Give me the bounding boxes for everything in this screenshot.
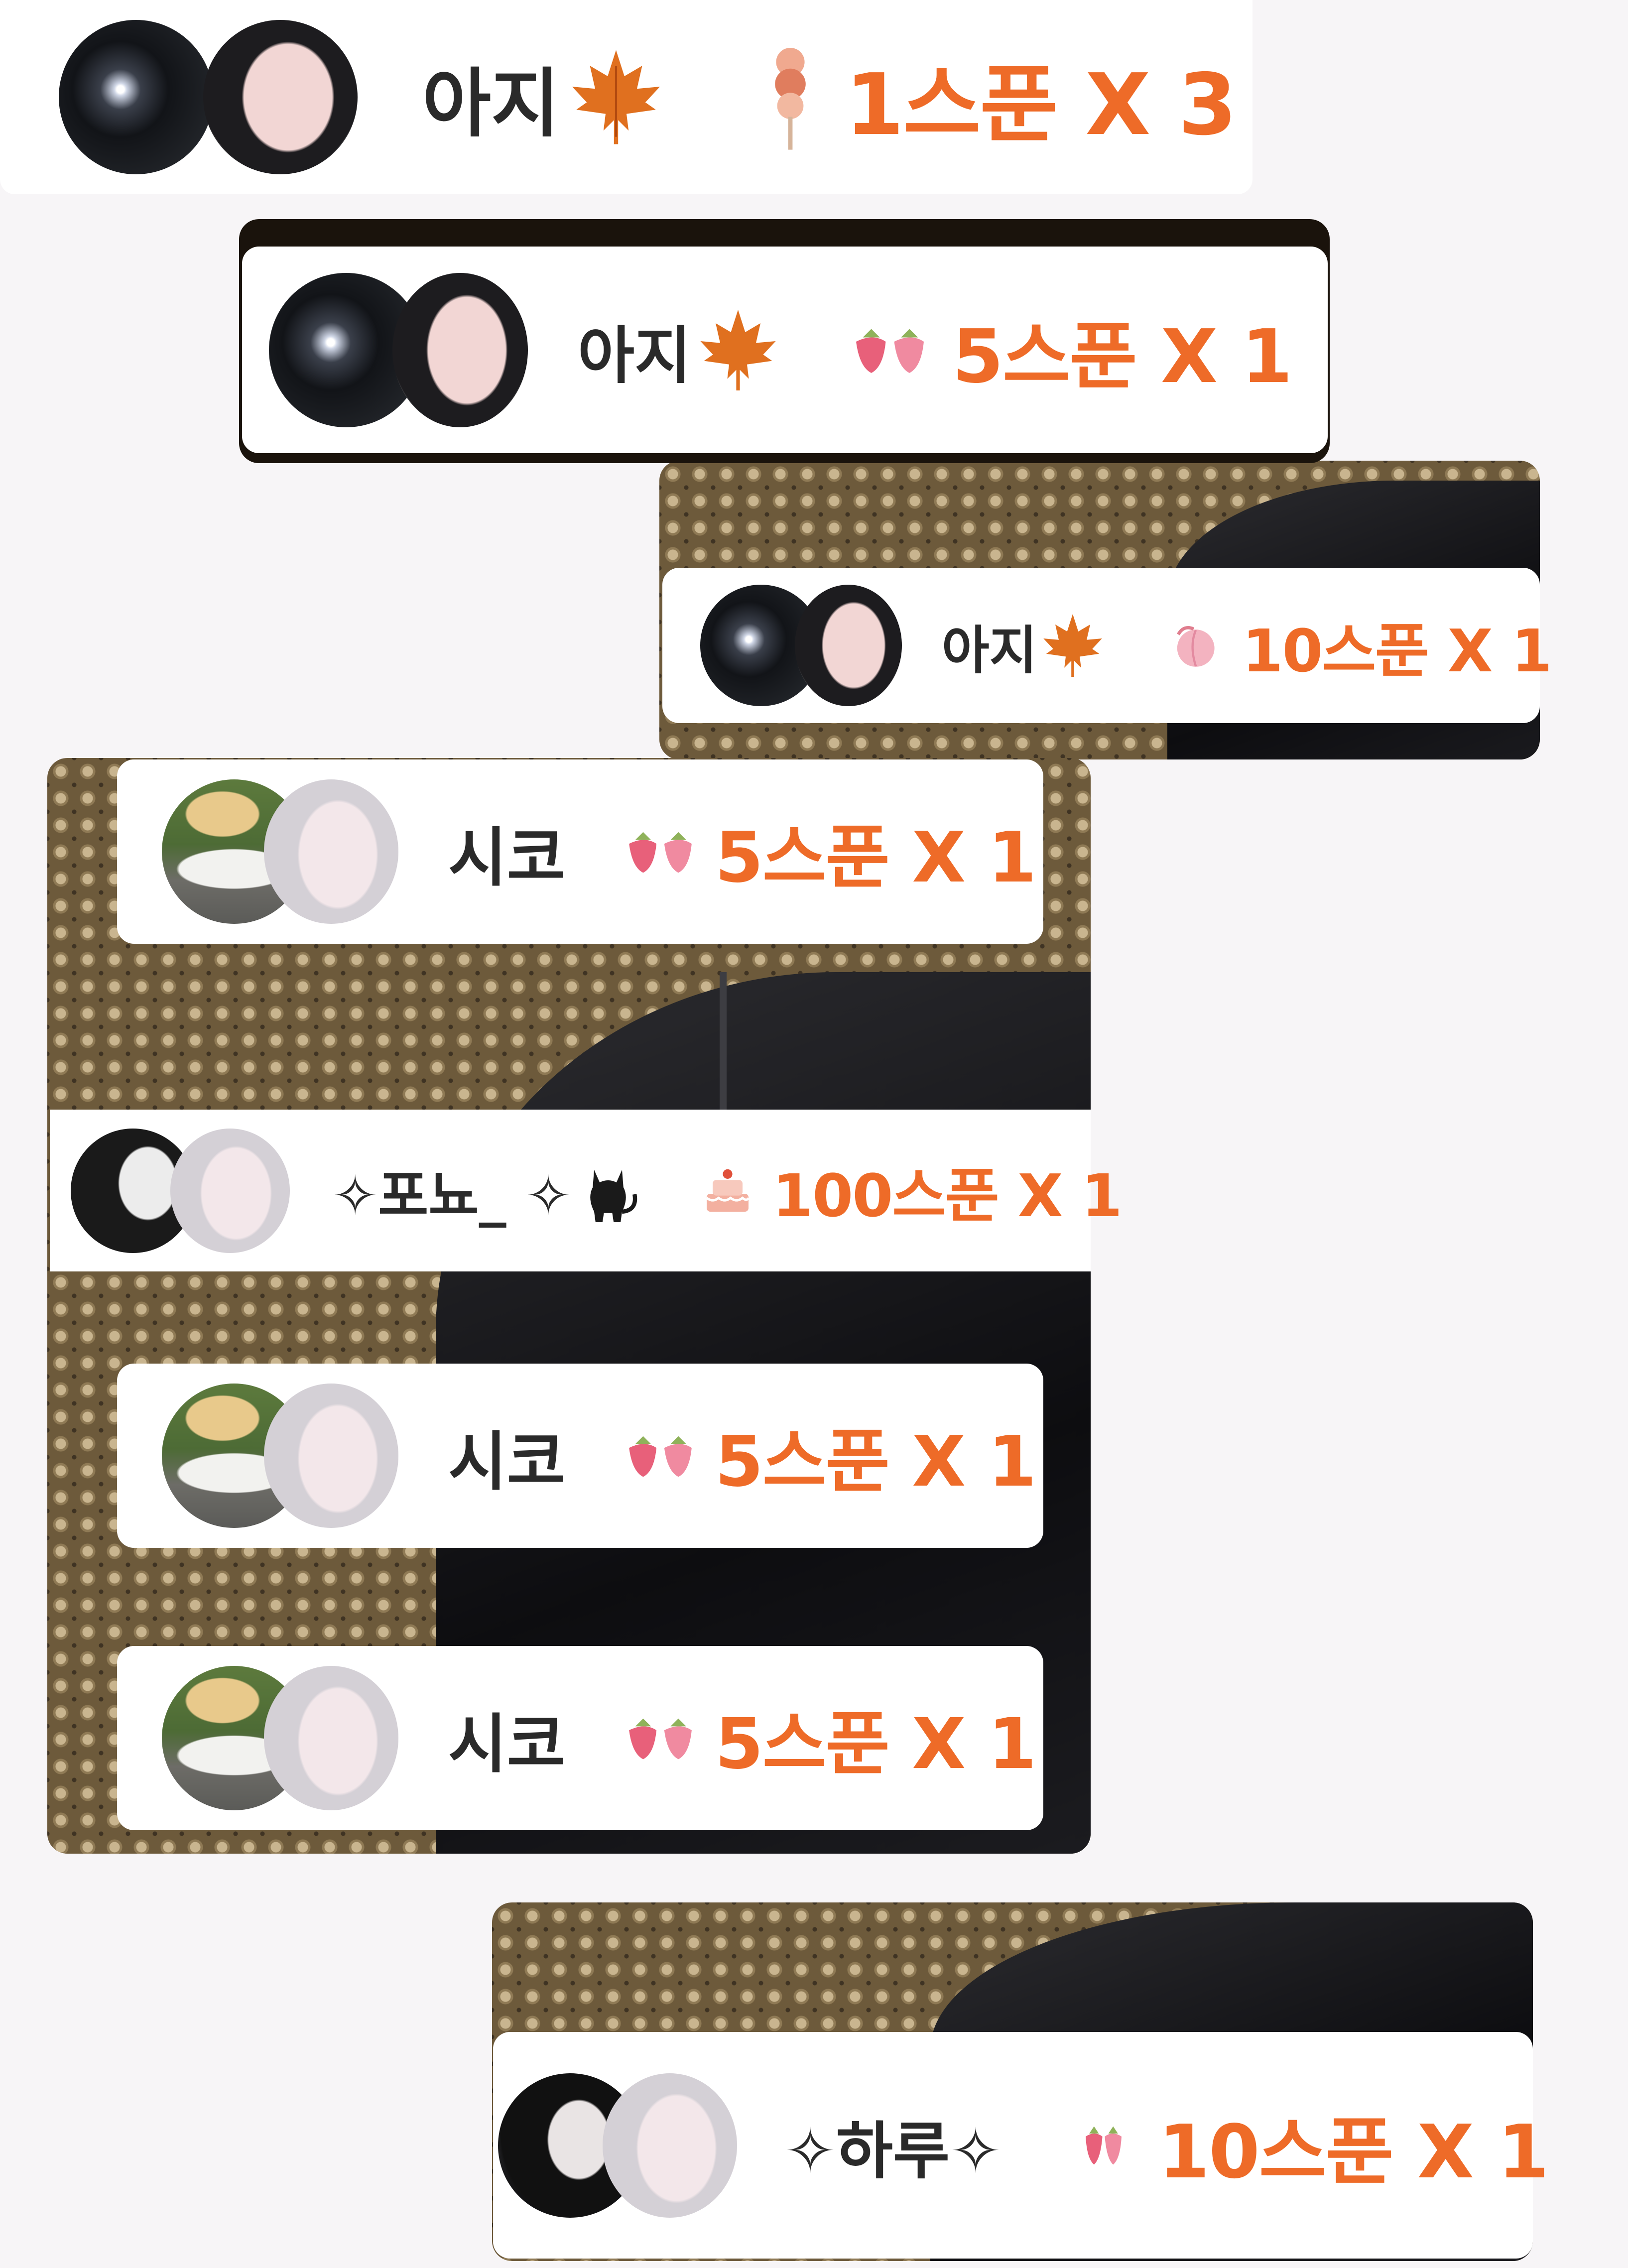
gift-amount: 5스푼 X 1 (952, 314, 1292, 399)
avatar-group (700, 585, 902, 706)
ice-cream-icon (763, 40, 818, 154)
avatar-group (71, 1128, 290, 1253)
avatar (203, 20, 358, 174)
avatar (603, 2073, 737, 2218)
strawberry-icon (848, 320, 932, 380)
avatar-group (162, 1384, 398, 1528)
gift-card: ✧포뇨_ ✧ 100스푼 X 1 (50, 1110, 1123, 1271)
gift-card: 시코 5스푼 X 1 (117, 1646, 1043, 1830)
gift-amount: 5스푼 X 1 (715, 1704, 1037, 1785)
avatar (795, 585, 902, 706)
gift-amount: 10스푼 X 1 (1242, 616, 1552, 685)
avatar (264, 779, 398, 924)
gift-card: 아지 10스푼 X 1 (662, 568, 1552, 723)
avatar (59, 20, 213, 174)
avatar (170, 1128, 290, 1253)
avatar-group (162, 1666, 398, 1810)
maple-leaf-icon (700, 309, 776, 390)
maple-leaf-icon (572, 50, 660, 144)
username: 아지 (578, 305, 783, 395)
username: ✧하루✧ (784, 2115, 1002, 2187)
avatar-group (269, 272, 528, 427)
maple-leaf-icon (1043, 614, 1103, 677)
avatar (392, 272, 528, 427)
gift-amount: 5스푼 X 1 (715, 817, 1037, 898)
strawberry-icon (621, 824, 700, 879)
gift-amount: 100스푼 X 1 (772, 1161, 1123, 1230)
gift-amount: 10스푼 X 1 (1158, 2109, 1549, 2195)
gift-amount: 5스푼 X 1 (715, 1421, 1037, 1503)
avatar (264, 1666, 398, 1810)
username: 시코 (448, 1707, 566, 1781)
username: ✧포뇨_ ✧ (332, 1151, 643, 1231)
peach-icon (1167, 618, 1222, 673)
username: 아지 (942, 608, 1108, 683)
strawberry-icon (1074, 2116, 1133, 2175)
gift-card: 시코 5스푼 X 1 (117, 1364, 1043, 1548)
avatar (264, 1384, 398, 1528)
avatar-group (498, 2073, 737, 2218)
black-cat-icon (590, 1169, 637, 1222)
username: 아지 (422, 43, 668, 151)
cake-icon (698, 1161, 757, 1221)
gift-card: 아지 1스푼 X 3 (0, 0, 1252, 194)
strawberry-icon (621, 1711, 700, 1765)
strawberry-icon (621, 1428, 700, 1483)
gift-card: ✧하루✧ 10스푼 X 1 (493, 2032, 1549, 2259)
username: 시코 (448, 820, 566, 895)
gift-amount: 1스푼 X 3 (845, 56, 1237, 154)
username: 시코 (448, 1424, 566, 1499)
gift-card: 아지 5스푼 X 1 (242, 247, 1328, 453)
gift-card: 시코 5스푼 X 1 (117, 759, 1043, 944)
avatar-group (162, 779, 398, 924)
avatar-group (59, 20, 358, 174)
